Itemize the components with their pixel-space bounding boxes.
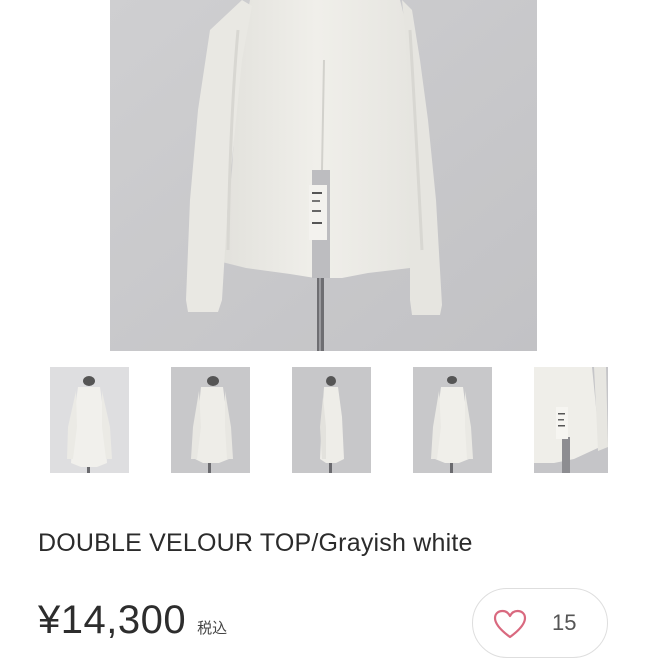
- product-title: DOUBLE VELOUR TOP/Grayish white: [38, 529, 473, 557]
- thumbnail-strip: [0, 367, 647, 473]
- product-price: ¥14,300: [38, 598, 187, 642]
- main-product-image[interactable]: [110, 0, 537, 351]
- price-row: ¥14,300 税込: [38, 598, 227, 646]
- thumbnail-5[interactable]: [534, 367, 608, 473]
- tax-included-label: 税込: [197, 620, 228, 637]
- like-count: 15: [552, 610, 577, 635]
- thumbnail-2[interactable]: [171, 367, 250, 473]
- thumbnail-4[interactable]: [413, 367, 492, 473]
- thumbnail-3[interactable]: [292, 367, 371, 473]
- thumbnail-1[interactable]: [50, 367, 129, 473]
- like-button[interactable]: 15: [472, 588, 608, 658]
- heart-icon: [493, 609, 527, 639]
